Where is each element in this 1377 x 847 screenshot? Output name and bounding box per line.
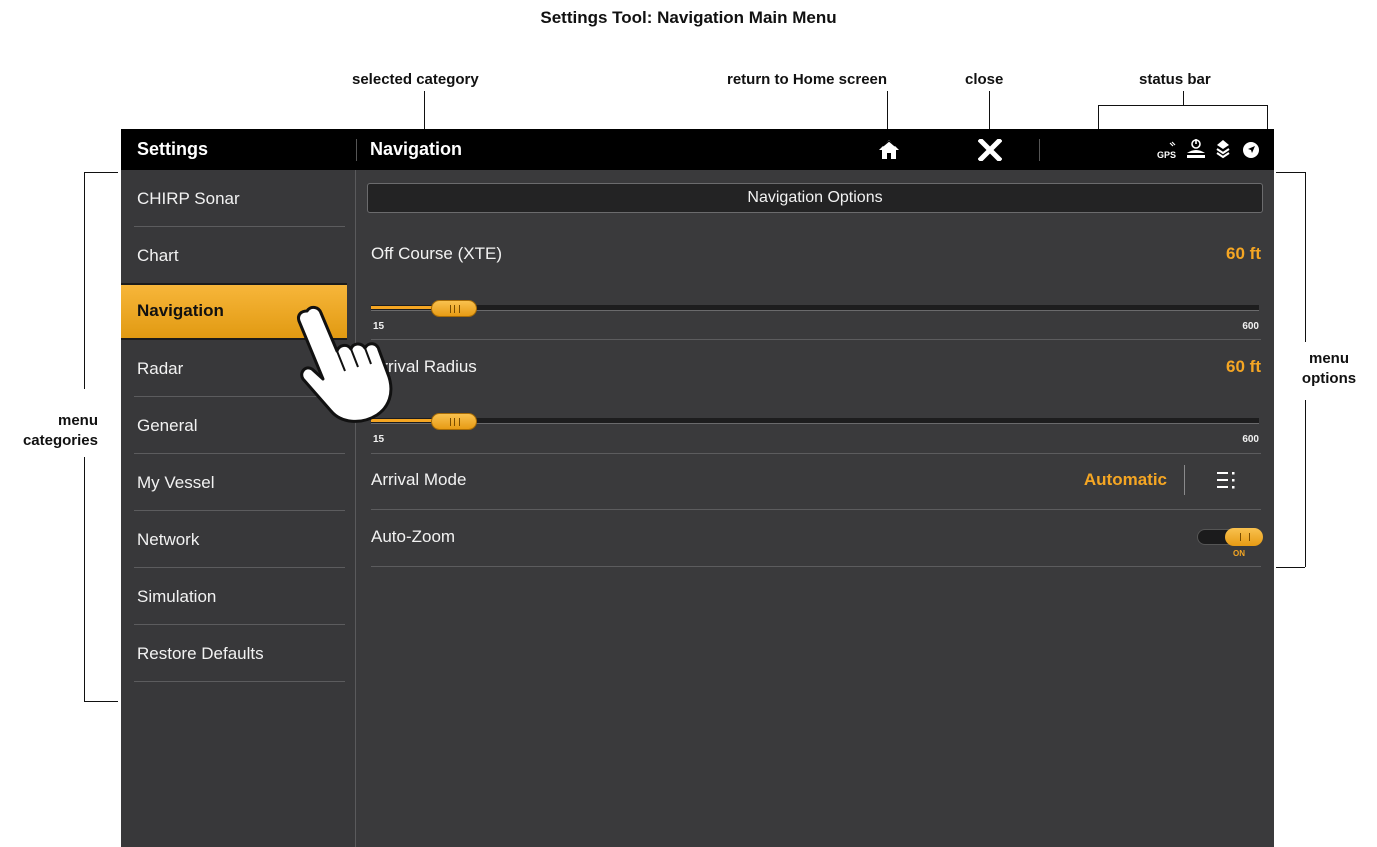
off-course-slider-handle[interactable] <box>431 300 477 317</box>
arrival-mode-value[interactable]: Automatic <box>1021 470 1167 490</box>
sidebar-separator <box>355 170 356 847</box>
sidebar-item-my-vessel[interactable]: My Vessel <box>121 454 355 511</box>
off-course-value: 60 ft <box>1226 244 1261 263</box>
sidebar-item-label: Radar <box>137 359 184 378</box>
auto-zoom-toggle-knob[interactable] <box>1225 528 1263 546</box>
bracket-categories-top <box>84 172 118 173</box>
sidebar-item-simulation[interactable]: Simulation <box>121 568 355 625</box>
document-title: Settings Tool: Navigation Main Menu <box>540 8 837 27</box>
auto-zoom-label: Auto-Zoom <box>371 527 456 546</box>
bracket-options-bottom <box>1276 567 1305 568</box>
sidebar-item-label: Simulation <box>137 587 217 606</box>
power-vessel-icon <box>1185 138 1207 160</box>
arrival-radius-max: 600 <box>1242 434 1259 445</box>
sidebar-item-chirp-sonar[interactable]: CHIRP Sonar <box>121 170 355 227</box>
settings-title: Settings <box>137 139 209 159</box>
home-icon[interactable] <box>877 138 901 162</box>
callout-status-bar: status bar <box>1139 71 1211 88</box>
compass-icon <box>1241 140 1261 160</box>
callout-menu-categories-line1: menu <box>57 412 98 429</box>
sidebar-item-label: My Vessel <box>137 473 215 492</box>
arrival-radius-value: 60 ft <box>1226 357 1261 376</box>
divider <box>371 453 1261 454</box>
bracket-options-upper <box>1305 172 1306 342</box>
callout-bracket-status-left <box>1098 105 1099 129</box>
bracket-categories-upper <box>84 172 85 389</box>
sidebar-item-network[interactable]: Network <box>121 511 355 568</box>
status-divider <box>1039 139 1040 161</box>
bracket-categories-lower <box>84 457 85 701</box>
callout-menu-options-line1: menu <box>1308 350 1349 367</box>
bracket-options-lower <box>1305 400 1306 567</box>
arrival-radius-min: 15 <box>373 434 385 445</box>
callout-close: close <box>965 71 1004 88</box>
off-course-slider-track[interactable] <box>371 305 1259 311</box>
options-header: Navigation Options <box>367 183 1263 213</box>
gps-icon-label: GPS <box>1157 150 1176 160</box>
divider <box>371 566 1261 567</box>
device-screen: Settings Navigation GPS CHIRP Sonar Char… <box>121 129 1274 847</box>
pointing-hand-icon <box>289 301 409 426</box>
divider <box>371 339 1261 340</box>
auto-zoom-state: ON <box>1233 549 1245 558</box>
sidebar-item-restore-defaults[interactable]: Restore Defaults <box>121 625 355 682</box>
top-bar: Settings Navigation GPS <box>121 129 1274 170</box>
arrival-mode-label: Arrival Mode <box>371 470 467 489</box>
callout-bracket-status-bar <box>1098 105 1268 106</box>
sidebar-item-chart[interactable]: Chart <box>121 227 355 284</box>
gps-icon: GPS <box>1156 141 1180 161</box>
topbar-divider <box>356 139 357 161</box>
callout-selected-category: selected category <box>352 71 479 88</box>
sidebar-item-label: CHIRP Sonar <box>137 189 240 208</box>
divider <box>371 509 1261 510</box>
callout-menu-options-line2: options <box>1301 370 1357 387</box>
sidebar-item-label: Navigation <box>137 301 224 320</box>
section-title: Navigation <box>370 139 463 159</box>
bracket-options-top <box>1276 172 1305 173</box>
arrival-mode-divider <box>1184 465 1185 495</box>
callout-bracket-status-stem <box>1183 91 1184 105</box>
callout-menu-categories-line2: categories <box>22 432 98 449</box>
sidebar-item-label: Restore Defaults <box>137 644 264 663</box>
callout-bracket-status-right <box>1267 105 1268 129</box>
sidebar-item-label: General <box>137 416 198 435</box>
layers-icon <box>1213 138 1233 160</box>
bracket-categories-bottom <box>84 701 118 702</box>
off-course-max: 600 <box>1242 321 1259 332</box>
menu-list-icon[interactable] <box>1216 470 1238 490</box>
off-course-label: Off Course (XTE) <box>371 244 502 263</box>
callout-return-home: return to Home screen <box>727 71 888 88</box>
arrival-radius-slider-track[interactable] <box>371 418 1259 424</box>
arrival-radius-slider-handle[interactable] <box>431 413 477 430</box>
sidebar-item-label: Network <box>137 530 200 549</box>
sidebar-item-label: Chart <box>137 246 179 265</box>
close-icon[interactable] <box>977 137 1003 163</box>
